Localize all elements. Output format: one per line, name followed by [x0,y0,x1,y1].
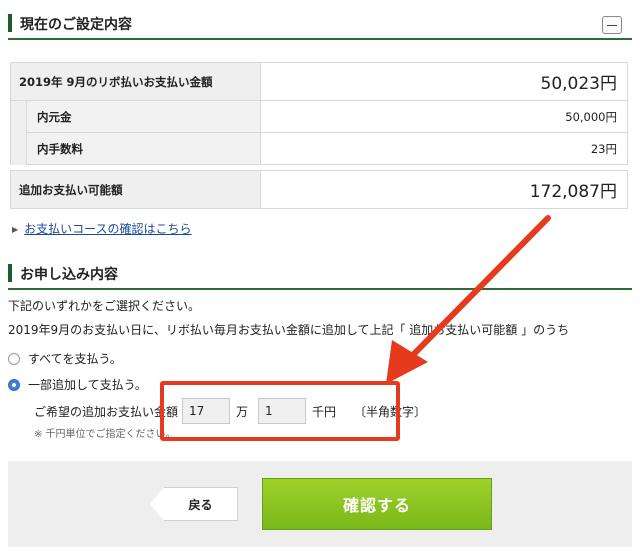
table-row: 内元金 50,000円 [10,100,628,133]
current-settings-title: 現在のご設定内容 [20,17,132,33]
section-bar [8,14,12,32]
option-pay-partial-label: 一部追加して支払う。 [28,378,147,392]
description-text: 2019年9月のお支払い日に、リボ払い毎月お支払い金額に追加して上記「 追加お支… [8,323,570,337]
monthly-payment-value: 50,023円 [260,62,628,101]
settings-table: 2019年 9月のリボ払いお支払い金額 50,023円 内元金 50,000円 … [10,62,628,209]
principal-label: 内元金 [26,100,261,133]
amount-man-input[interactable]: 17 [182,398,231,424]
current-settings-header: 現在のご設定内容 [8,8,632,40]
table-row: 追加お支払い可能額 172,087円 [10,170,628,209]
back-button[interactable]: 戻る [150,487,238,521]
application-title: お申し込み内容 [20,267,118,283]
available-amount-value: 172,087円 [260,170,628,209]
unit-sen: 千円 [312,404,337,419]
input-hint: 〔半角数字〕 [354,404,427,419]
indent-cell [10,132,27,165]
course-link-text[interactable]: お支払いコースの確認はこちら [24,222,191,236]
fee-label: 内手数料 [26,132,261,165]
collapse-icon[interactable] [602,16,622,34]
amount-note: ※ 千円単位でご指定ください。 [34,429,176,440]
triangle-right-icon: ▶ [12,225,19,234]
option-pay-all[interactable]: すべてを支払う。 [8,350,122,367]
application-header: お申し込み内容 [8,258,632,290]
option-pay-all-label: すべてを支払う。 [28,352,122,366]
option-pay-partial[interactable]: 一部追加して支払う。 [8,376,147,393]
principal-value: 50,000円 [260,100,628,133]
indent-cell [10,100,27,133]
monthly-payment-label: 2019年 9月のリボ払いお支払い金額 [10,62,261,101]
table-row: 内手数料 23円 [10,132,628,165]
available-amount-label: 追加お支払い可能額 [10,170,261,209]
table-row: 2019年 9月のリボ払いお支払い金額 50,023円 [10,62,628,101]
radio-pay-all[interactable] [8,352,20,365]
confirm-button[interactable]: 確認する [262,478,492,530]
fee-value: 23円 [260,132,628,165]
unit-man: 万 [236,404,249,419]
section-bar [8,264,12,282]
instruction-text: 下記のいずれかをご選択ください。 [8,299,201,313]
amount-sen-input[interactable]: 1 [258,398,307,424]
course-link[interactable]: ▶ お支払いコースの確認はこちら [12,220,192,237]
amount-row: ご希望の追加お支払い金額 17 万 1 千円 〔半角数字〕 [34,398,426,424]
amount-label: ご希望の追加お支払い金額 [34,404,179,419]
radio-pay-partial[interactable] [8,378,20,391]
